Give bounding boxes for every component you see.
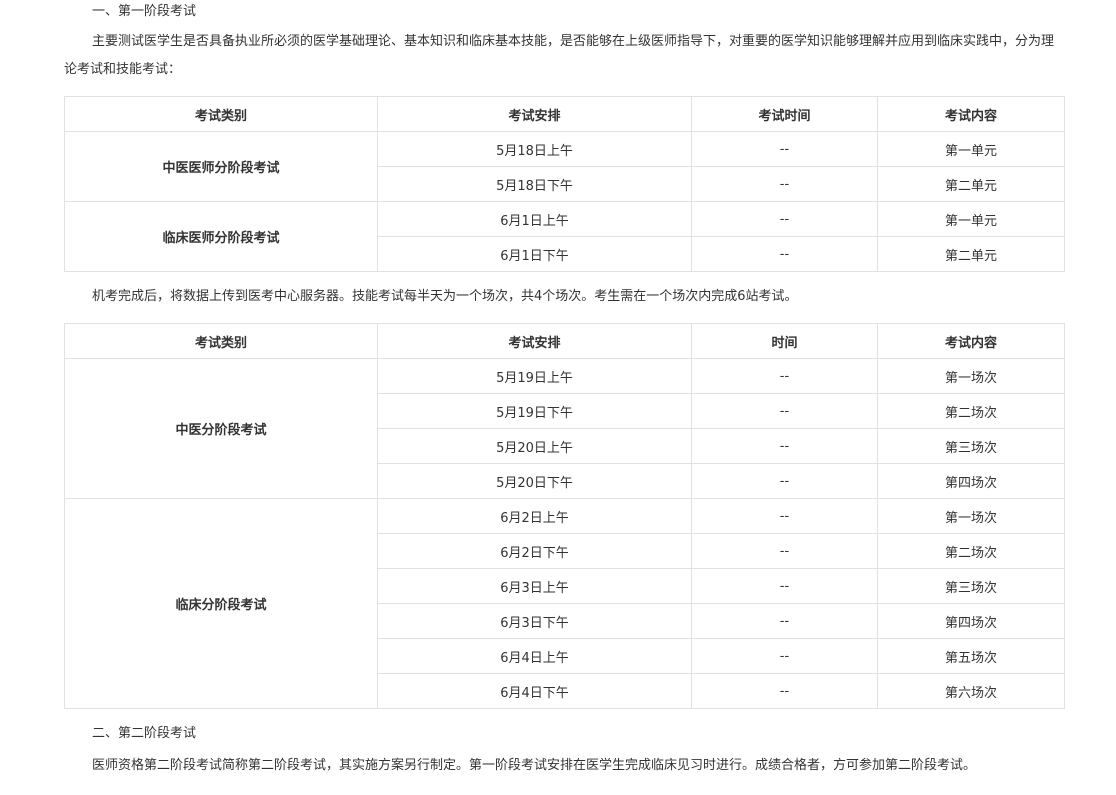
exam-content-cell: 第一场次 xyxy=(877,358,1065,394)
exam-schedule-cell: 6月2日下午 xyxy=(377,533,692,569)
exam-time-cell: -- xyxy=(691,568,878,604)
table-header-row: 考试类别 考试安排 时间 考试内容 xyxy=(64,323,1065,359)
skills-exam-note: 机考完成后，将数据上传到医考中心服务器。技能考试每半天为一个场次，共4个场次。考… xyxy=(92,289,798,304)
exam-category-cell: 中医分阶段考试 xyxy=(64,358,378,499)
section-2-heading: 二、第二阶段考试 xyxy=(92,726,197,741)
exam-time-cell: -- xyxy=(691,166,878,202)
exam-schedule-cell: 6月1日上午 xyxy=(377,201,692,237)
exam-time-cell: -- xyxy=(691,428,878,464)
exam-time-cell: -- xyxy=(691,638,878,674)
exam-content-cell: 第一单元 xyxy=(877,131,1065,167)
exam-category-cell: 临床医师分阶段考试 xyxy=(64,201,378,272)
exam-content-cell: 第二场次 xyxy=(877,533,1065,569)
exam-content-cell: 第二单元 xyxy=(877,166,1065,202)
exam-time-cell: -- xyxy=(691,603,878,639)
table-header-row: 考试类别 考试安排 考试时间 考试内容 xyxy=(64,96,1065,132)
header-content: 考试内容 xyxy=(877,96,1065,132)
exam-time-cell: -- xyxy=(691,131,878,167)
table-row: 临床分阶段考试 6月2日上午 -- 第一场次 xyxy=(64,498,1065,709)
exam-content-cell: 第二场次 xyxy=(877,393,1065,429)
exam-schedule-cell: 6月4日下午 xyxy=(377,673,692,709)
header-content: 考试内容 xyxy=(877,323,1065,359)
exam-content-cell: 第三场次 xyxy=(877,428,1065,464)
exam-schedule-cell: 6月3日下午 xyxy=(377,603,692,639)
exam-content-cell: 第一单元 xyxy=(877,201,1065,237)
exam-category-cell: 临床分阶段考试 xyxy=(64,498,378,709)
exam-schedule-cell: 5月18日上午 xyxy=(377,131,692,167)
exam-content-cell: 第六场次 xyxy=(877,673,1065,709)
exam-content-cell: 第二单元 xyxy=(877,236,1065,272)
header-category: 考试类别 xyxy=(64,323,378,359)
exam-time-cell: -- xyxy=(691,463,878,499)
exam-content-cell: 第四场次 xyxy=(877,603,1065,639)
table-row: 中医分阶段考试 5月19日上午 -- 第一场次 xyxy=(64,358,1065,499)
exam-time-cell: -- xyxy=(691,393,878,429)
header-schedule: 考试安排 xyxy=(377,323,692,359)
theory-exam-table: 考试类别 考试安排 考试时间 考试内容 中医医师分阶段考试 5月18日上午 -- 第一… xyxy=(64,96,1065,272)
article-body: 一、第一阶段考试 主要测试医学生是否具备执业所必须的医学基础理论、基本知识和临床… xyxy=(0,0,1116,795)
table-row: 临床医师分阶段考试 6月1日上午 -- 第一单元 xyxy=(64,201,1065,272)
exam-schedule-cell: 6月2日上午 xyxy=(377,498,692,534)
exam-time-cell: -- xyxy=(691,498,878,534)
exam-schedule-cell: 5月19日下午 xyxy=(377,393,692,429)
table-row: 中医医师分阶段考试 5月18日上午 -- 第一单元 xyxy=(64,131,1065,202)
exam-category-cell: 中医医师分阶段考试 xyxy=(64,131,378,202)
header-category: 考试类别 xyxy=(64,96,378,132)
header-schedule: 考试安排 xyxy=(377,96,692,132)
skills-exam-table: 考试类别 考试安排 时间 考试内容 中医分阶段考试 5月19日上午 -- 第一场次 5月… xyxy=(64,323,1065,709)
exam-schedule-cell: 5月18日下午 xyxy=(377,166,692,202)
exam-content-cell: 第四场次 xyxy=(877,463,1065,499)
exam-content-cell: 第一场次 xyxy=(877,498,1065,534)
exam-content-cell: 第五场次 xyxy=(877,638,1065,674)
exam-schedule-cell: 6月1日下午 xyxy=(377,236,692,272)
exam-content-cell: 第三场次 xyxy=(877,568,1065,604)
section-1-heading: 一、第一阶段考试 xyxy=(92,4,197,19)
exam-schedule-cell: 6月3日上午 xyxy=(377,568,692,604)
header-time: 考试时间 xyxy=(691,96,878,132)
section-1-intro: 主要测试医学生是否具备执业所必须的医学基础理论、基本知识和临床基本技能，是否能够… xyxy=(64,34,1055,77)
exam-schedule-cell: 5月19日上午 xyxy=(377,358,692,394)
section-2-text: 医师资格第二阶段考试简称第二阶段考试，其实施方案另行制定。第一阶段考试安排在医学… xyxy=(92,758,977,773)
exam-schedule-cell: 5月20日上午 xyxy=(377,428,692,464)
exam-time-cell: -- xyxy=(691,533,878,569)
exam-schedule-cell: 5月20日下午 xyxy=(377,463,692,499)
exam-schedule-cell: 6月4日上午 xyxy=(377,638,692,674)
exam-time-cell: -- xyxy=(691,201,878,237)
header-time: 时间 xyxy=(691,323,878,359)
exam-time-cell: -- xyxy=(691,236,878,272)
exam-time-cell: -- xyxy=(691,673,878,709)
exam-time-cell: -- xyxy=(691,358,878,394)
